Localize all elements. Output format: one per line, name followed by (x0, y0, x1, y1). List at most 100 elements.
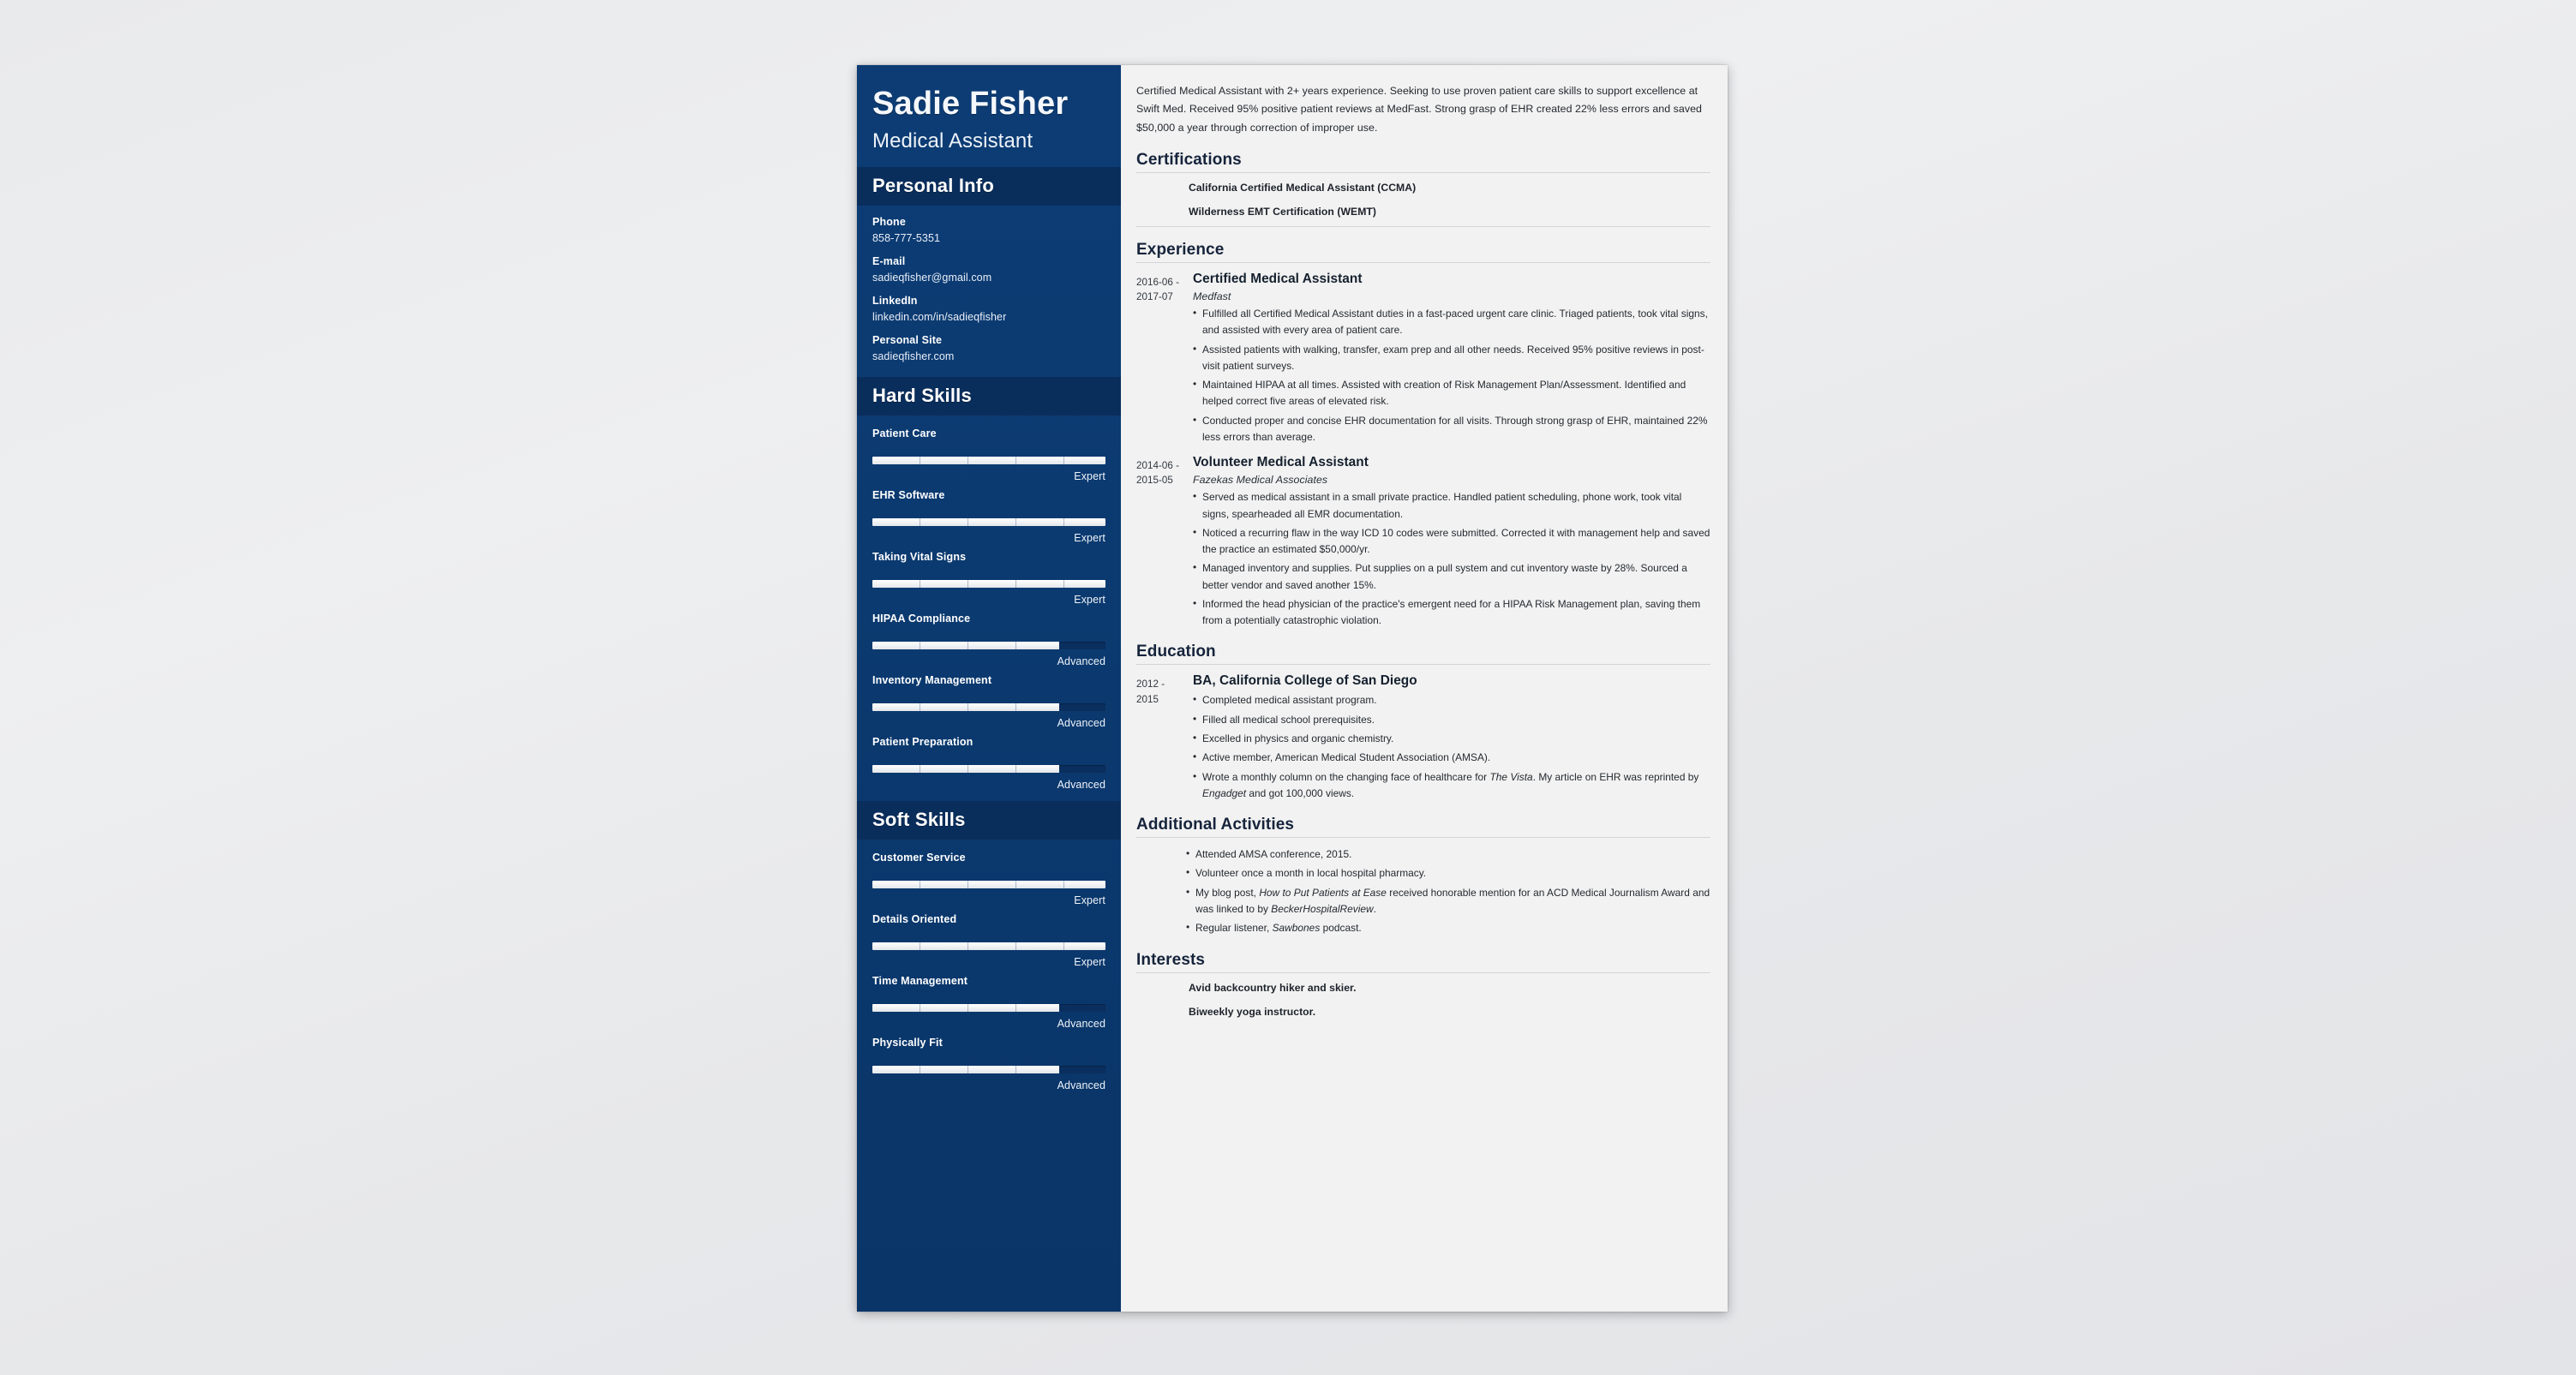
personal-info-value[interactable]: 858-777-5351 (872, 232, 1105, 244)
personal-info-item: LinkedIn linkedin.com/in/sadieqfisher (872, 295, 1105, 323)
resume-sidebar: Sadie Fisher Medical Assistant Personal … (857, 65, 1121, 1312)
skill-name: Patient Preparation (872, 735, 973, 748)
entry-bullet: Informed the head physician of the pract… (1193, 595, 1710, 630)
entry-bullet: Fulfilled all Certified Medical Assistan… (1193, 305, 1710, 339)
entry-bullet: Maintained HIPAA at all times. Assisted … (1193, 376, 1710, 410)
skill-row: Customer Service Expert (872, 852, 1105, 906)
skill-level-label: Expert (1074, 531, 1105, 544)
section-title-additional-activities: Additional Activities (1136, 816, 1295, 834)
section-divider (1136, 971, 1710, 973)
sidebar-heading-hard-skills: Hard Skills (857, 376, 1121, 415)
skill-level-label: Expert (1074, 593, 1105, 606)
personal-info-label: Personal Site (872, 333, 943, 346)
certification-item: Wilderness EMT Certification (WEMT) (1189, 205, 1376, 218)
certifications-list: California Certified Medical Assistant (… (1136, 182, 1710, 218)
personal-info-value[interactable]: sadieqfisher.com (872, 350, 1105, 362)
skill-level-label: Expert (1074, 894, 1105, 906)
interest-item: Biweekly yoga instructor. (1189, 1005, 1316, 1018)
professional-summary: Certified Medical Assistant with 2+ year… (1136, 85, 1702, 134)
skill-progress-fill (872, 880, 1105, 888)
entry-date-start: 2016-06 - (1136, 276, 1180, 288)
activity-bullet: Volunteer once a month in local hospital… (1186, 864, 1710, 882)
name-block: Sadie Fisher Medical Assistant (857, 65, 1121, 167)
activity-bullet: Attended AMSA conference, 2015. (1186, 846, 1710, 863)
skill-name: Physically Fit (872, 1036, 943, 1049)
skill-progress-bar (872, 942, 1105, 950)
skill-row: Time Management Advanced (872, 975, 1105, 1030)
skill-progress-fill (872, 1003, 1059, 1012)
entry-bullet: Served as medical assistant in a small p… (1193, 488, 1710, 523)
entry-bullet: Conducted proper and concise EHR documen… (1193, 412, 1710, 446)
section-experience: Experience 2016-06 - 2017-07 Certified Med… (1136, 241, 1710, 630)
experience-entry: 2014-06 - 2015-05 Volunteer Medical Assist… (1136, 455, 1710, 629)
entry-bullet: Filled all medical school prerequisites. (1193, 711, 1710, 728)
personal-info-label: E-mail (872, 254, 906, 267)
skill-progress-fill (872, 764, 1059, 773)
section-divider (1136, 171, 1710, 173)
skill-row: EHR Software Expert (872, 489, 1105, 544)
section-certifications: Certifications California Certified Medi… (1136, 151, 1710, 227)
section-divider (1136, 261, 1710, 263)
skill-progress-bar (872, 1065, 1105, 1073)
entry-body: BA, California College of San Diego Compl… (1190, 673, 1710, 802)
section-divider (1136, 664, 1710, 666)
education-entry: 2012 - 2015 BA, California College of San … (1136, 673, 1710, 802)
entry-date-end: 2015 (1136, 693, 1159, 705)
sidebar-heading-soft-skills: Soft Skills (857, 800, 1121, 840)
soft-skills-list: Customer Service Expert Details Oriented Ex… (857, 840, 1121, 1102)
skill-progress-bar (872, 702, 1105, 711)
section-title-education: Education (1136, 643, 1216, 661)
skill-progress-fill (872, 579, 1105, 588)
skill-row: Taking Vital Signs Expert (872, 551, 1105, 606)
skill-row: Inventory Management Advanced (872, 674, 1105, 729)
skill-progress-bar (872, 579, 1105, 588)
skill-progress-bar (872, 641, 1105, 649)
skill-progress-fill (872, 702, 1059, 711)
resume-page: Sadie Fisher Medical Assistant Personal … (857, 65, 1728, 1312)
skill-row: Patient Care Expert (872, 427, 1105, 482)
personal-info-value[interactable]: linkedin.com/in/sadieqfisher (872, 311, 1105, 323)
skill-name: EHR Software (872, 488, 945, 501)
skill-name: Patient Care (872, 427, 937, 439)
skill-progress-fill (872, 942, 1105, 950)
skill-name: HIPAA Compliance (872, 612, 971, 625)
education-entries: 2012 - 2015 BA, California College of San … (1136, 673, 1710, 802)
entry-job-title: Volunteer Medical Assistant (1193, 455, 1369, 470)
entry-bullet: Wrote a monthly column on the changing f… (1193, 768, 1710, 803)
section-divider (1136, 225, 1710, 227)
entry-bullet: Completed medical assistant program. (1193, 691, 1710, 708)
entry-date-end: 2015-05 (1136, 475, 1173, 487)
personal-info-item: E-mail sadieqfisher@gmail.com (872, 255, 1105, 284)
sidebar-heading-personal-info: Personal Info (857, 166, 1121, 206)
skill-row: HIPAA Compliance Advanced (872, 613, 1105, 667)
skill-level-label: Expert (1074, 955, 1105, 968)
personal-info-list: Phone 858-777-5351 E-mail sadieqfisher@gmai… (857, 206, 1121, 377)
skill-name: Customer Service (872, 851, 966, 864)
experience-entry: 2016-06 - 2017-07 Certified Medical Assist… (1136, 272, 1710, 445)
skill-progress-fill (872, 641, 1059, 649)
skill-name: Inventory Management (872, 673, 992, 686)
resume-main: Certified Medical Assistant with 2+ year… (1121, 65, 1728, 1312)
experience-entries: 2016-06 - 2017-07 Certified Medical Assist… (1136, 272, 1710, 630)
skill-progress-fill (872, 1065, 1059, 1073)
entry-bullet: Active member, American Medical Student … (1193, 749, 1710, 766)
skill-name: Details Oriented (872, 912, 957, 925)
personal-info-item: Phone 858-777-5351 (872, 216, 1105, 244)
entry-employer: Fazekas Medical Associates (1193, 474, 1328, 487)
skill-row: Details Oriented Expert (872, 913, 1105, 968)
personal-info-value[interactable]: sadieqfisher@gmail.com (872, 272, 1105, 284)
activity-bullet: Regular listener, Sawbones podcast. (1186, 919, 1710, 936)
skill-level-label: Advanced (1057, 1017, 1105, 1030)
entry-degree: BA, California College of San Diego (1193, 673, 1417, 689)
entry-date-end: 2017-07 (1136, 291, 1173, 303)
skill-level-label: Expert (1074, 469, 1105, 482)
entry-bullet-list: Served as medical assistant in a small p… (1193, 488, 1710, 630)
skill-progress-fill (872, 456, 1105, 464)
skill-name: Time Management (872, 974, 968, 987)
entry-bullet: Assisted patients with walking, transfer… (1193, 341, 1710, 375)
skill-progress-bar (872, 880, 1105, 888)
skill-progress-bar (872, 764, 1105, 773)
entry-bullet: Excelled in physics and organic chemistr… (1193, 730, 1710, 747)
candidate-name: Sadie Fisher (872, 86, 1069, 122)
personal-info-item: Personal Site sadieqfisher.com (872, 334, 1105, 362)
